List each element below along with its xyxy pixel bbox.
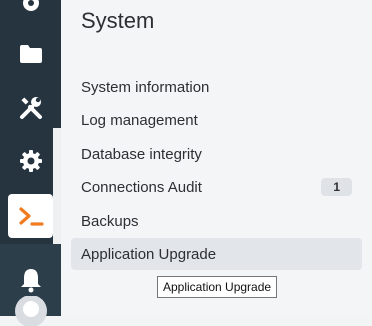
system-panel: System System information Log management…	[61, 0, 372, 316]
menu-item-label: System information	[81, 78, 210, 96]
avatar-icon[interactable]	[0, 296, 61, 326]
menu-item-application-upgrade[interactable]: Application Upgrade	[71, 238, 362, 270]
sidebar	[0, 0, 61, 326]
tools-icon[interactable]	[0, 84, 61, 132]
menu-item-log-management[interactable]: Log management	[71, 104, 362, 136]
menu-item-system-information[interactable]: System information	[71, 71, 362, 103]
menu-item-connections-audit[interactable]: Connections Audit 1	[71, 171, 362, 203]
tooltip: Application Upgrade	[157, 276, 278, 298]
sidebar-bottom	[0, 244, 61, 326]
sidebar-active-strip	[53, 128, 61, 248]
wrench-gear-icon[interactable]	[0, 0, 61, 26]
folder-icon[interactable]	[0, 30, 61, 78]
gear-icon[interactable]	[0, 137, 61, 185]
menu-item-label: Database integrity	[81, 145, 202, 163]
menu-item-label: Backups	[81, 212, 139, 230]
count-badge: 1	[321, 178, 352, 196]
menu-item-label: Log management	[81, 111, 198, 129]
menu-item-label: Connections Audit	[81, 178, 202, 196]
menu-item-label: Application Upgrade	[81, 245, 217, 263]
terminal-icon[interactable]	[8, 194, 53, 238]
menu-item-database-integrity[interactable]: Database integrity	[71, 138, 362, 170]
page-title: System	[81, 8, 155, 33]
menu-item-backups[interactable]: Backups	[71, 205, 362, 237]
